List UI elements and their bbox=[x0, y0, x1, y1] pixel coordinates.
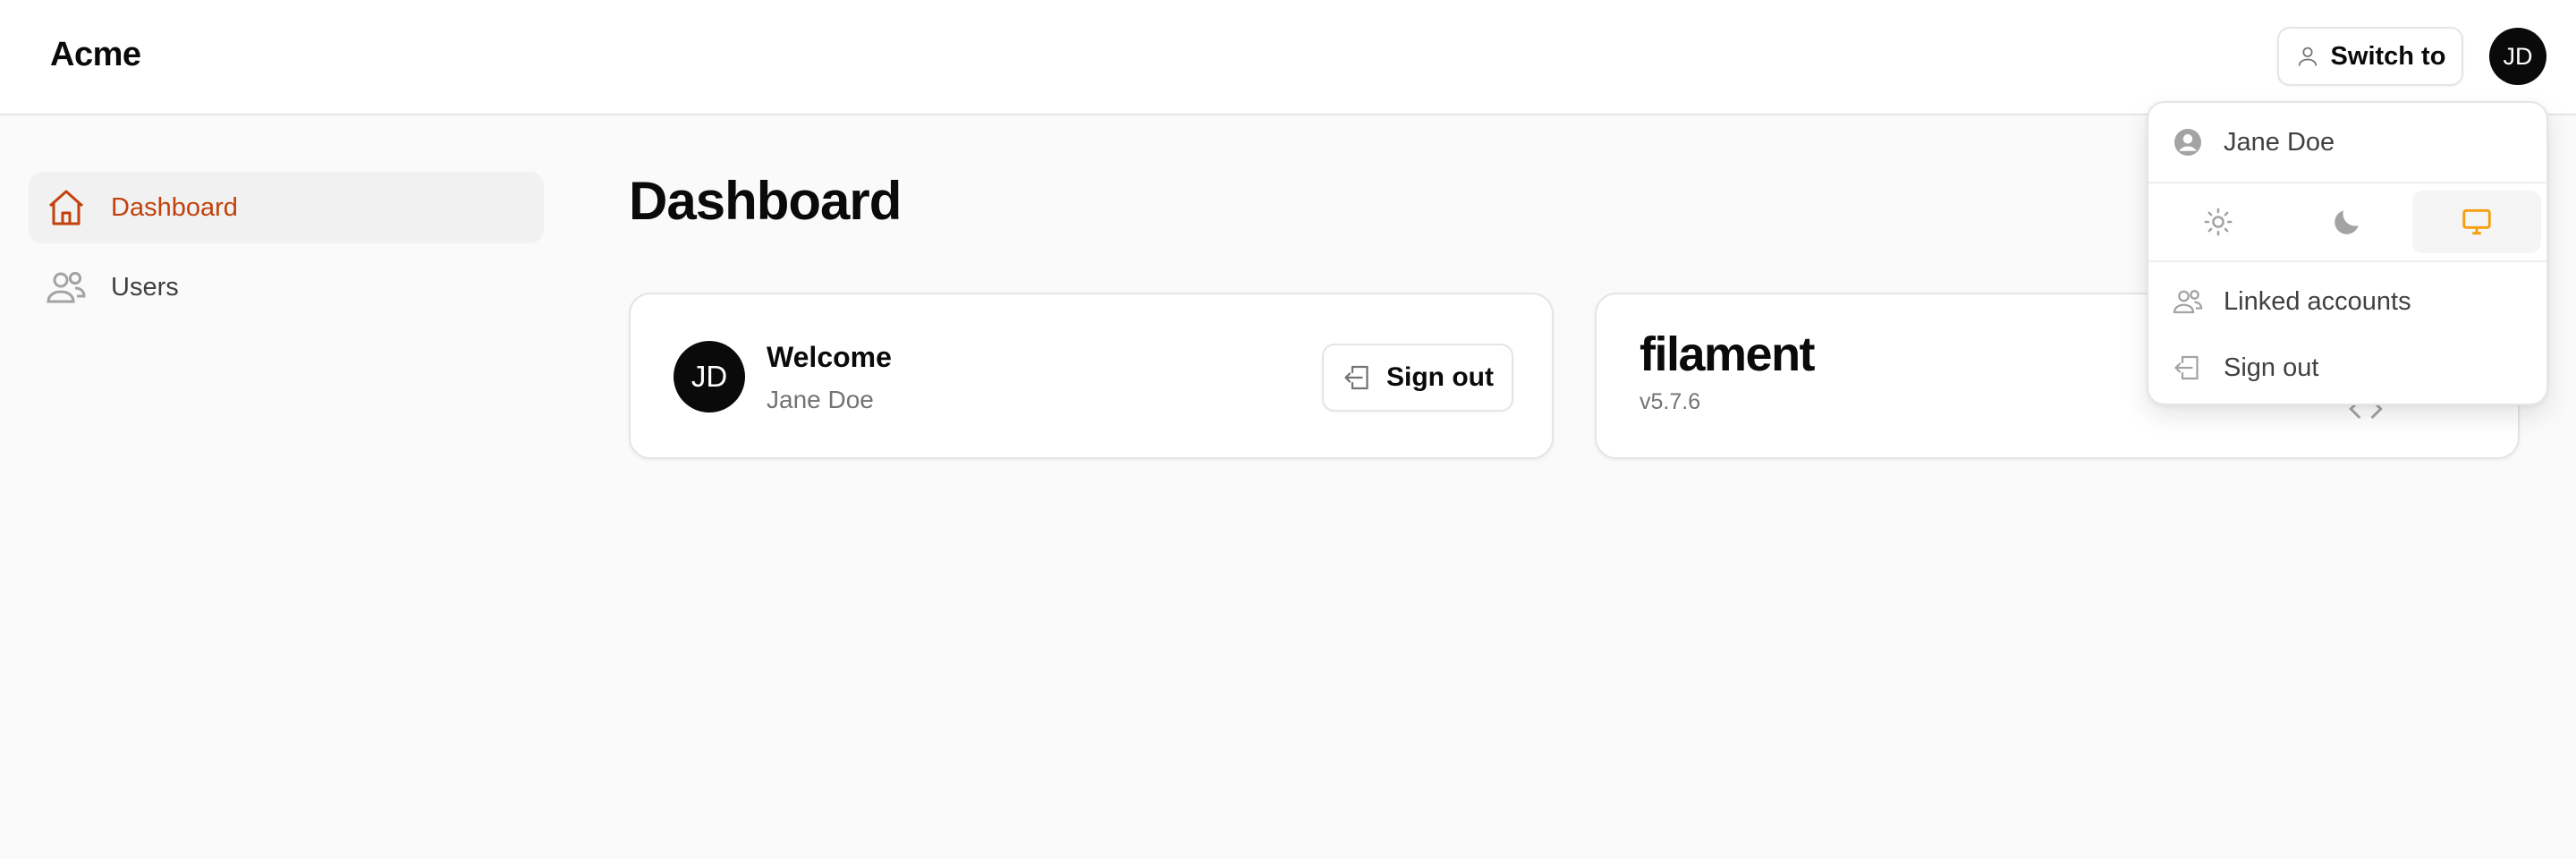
filament-logo[interactable]: filament bbox=[1640, 330, 1816, 378]
sign-out-icon bbox=[2174, 355, 2199, 380]
sign-out-label: Sign out bbox=[2224, 353, 2319, 382]
sidebar-item-dashboard[interactable]: Dashboard bbox=[29, 172, 544, 243]
user-menu-name: Jane Doe bbox=[2224, 127, 2335, 157]
linked-accounts-item[interactable]: Linked accounts bbox=[2148, 268, 2546, 336]
users-icon bbox=[2173, 290, 2203, 314]
home-icon bbox=[49, 190, 83, 225]
welcome-title: Welcome bbox=[767, 341, 892, 373]
switch-to-button[interactable]: Switch to bbox=[2277, 27, 2463, 86]
sign-out-label: Sign out bbox=[1386, 362, 1494, 392]
welcome-user-name: Jane Doe bbox=[767, 386, 874, 413]
sun-icon bbox=[2204, 208, 2233, 236]
switch-to-label: Switch to bbox=[2330, 41, 2446, 71]
sidebar-item-label: Users bbox=[111, 272, 179, 302]
page-title: Dashboard bbox=[629, 171, 902, 231]
user-circle-icon bbox=[2174, 129, 2201, 156]
filament-version: v5.7.6 bbox=[1640, 389, 1701, 414]
sidebar-item-users[interactable]: Users bbox=[29, 251, 544, 323]
welcome-card: JD Welcome Jane Doe Sign out bbox=[629, 293, 1554, 459]
user-icon bbox=[2298, 47, 2317, 66]
divider bbox=[2148, 260, 2546, 262]
brand-logo[interactable]: Acme bbox=[50, 36, 141, 74]
theme-system-button[interactable] bbox=[2411, 191, 2541, 253]
avatar: JD bbox=[674, 341, 745, 412]
user-menu-dropdown: Jane Doe Linked accounts Sign out bbox=[2147, 101, 2548, 405]
user-menu-profile[interactable]: Jane Doe bbox=[2148, 108, 2546, 176]
sidebar-item-label: Dashboard bbox=[111, 192, 238, 222]
sign-out-icon bbox=[1344, 365, 1368, 390]
sign-out-button[interactable]: Sign out bbox=[1322, 344, 1513, 412]
linked-accounts-label: Linked accounts bbox=[2224, 286, 2411, 316]
top-bar: Acme Switch to JD bbox=[0, 0, 2576, 115]
users-icon bbox=[47, 271, 86, 303]
user-avatar-button[interactable]: JD bbox=[2489, 28, 2546, 85]
user-menu-sign-out[interactable]: Sign out bbox=[2148, 334, 2546, 402]
theme-dark-button[interactable] bbox=[2283, 191, 2411, 253]
theme-switcher bbox=[2148, 183, 2546, 260]
moon-icon bbox=[2334, 210, 2360, 234]
monitor-icon bbox=[2462, 208, 2491, 235]
theme-light-button[interactable] bbox=[2154, 191, 2283, 253]
